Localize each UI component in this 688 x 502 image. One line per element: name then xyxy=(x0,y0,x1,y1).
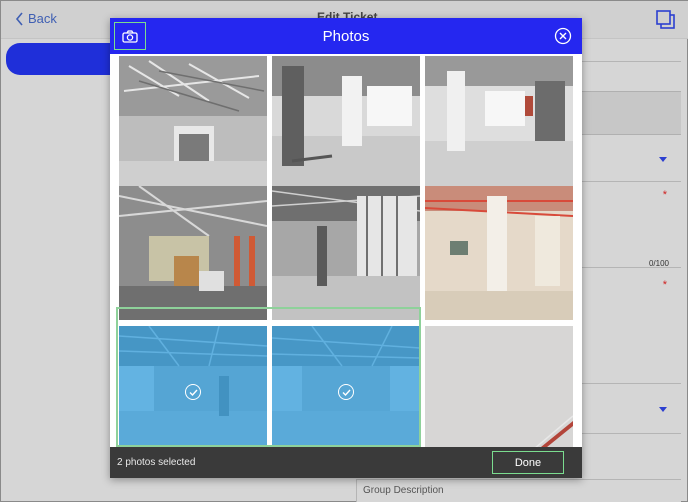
photo-tile[interactable] xyxy=(425,56,573,190)
camera-button[interactable] xyxy=(114,22,146,50)
group-description-field[interactable]: Group Description xyxy=(356,479,681,502)
photo-tile[interactable] xyxy=(272,186,420,320)
camera-icon xyxy=(122,29,138,43)
divider xyxy=(581,383,681,384)
required-marker: * xyxy=(662,279,667,291)
modal-title: Photos xyxy=(322,27,370,45)
photo-tile[interactable] xyxy=(425,186,573,320)
checkmark-icon xyxy=(338,384,354,400)
copy-icon[interactable] xyxy=(655,9,677,36)
modal-header: Photos xyxy=(110,18,582,54)
back-label: Back xyxy=(28,11,57,26)
screen: Back Edit Ticket * 0/100 * Group Descrip… xyxy=(0,0,688,502)
photo-tile[interactable] xyxy=(272,326,420,447)
checkmark-icon xyxy=(185,384,201,400)
modal-footer: 2 photos selected Done xyxy=(110,447,582,478)
dropdown-caret-icon[interactable] xyxy=(659,407,667,412)
close-button[interactable] xyxy=(554,27,572,45)
photo-tile[interactable] xyxy=(119,56,267,190)
dropdown-caret-icon[interactable] xyxy=(659,157,667,162)
close-icon xyxy=(554,27,572,45)
photo-tile[interactable] xyxy=(119,186,267,320)
photo-tile[interactable] xyxy=(119,326,267,447)
divider xyxy=(581,61,681,62)
photo-tile[interactable] xyxy=(272,56,420,190)
section-tab[interactable] xyxy=(6,43,120,75)
photos-modal: Photos 2 photos selected Done xyxy=(110,18,582,478)
required-marker: * xyxy=(662,189,667,201)
form-panel: * 0/100 * xyxy=(581,61,681,501)
divider xyxy=(581,267,681,268)
group-description-label: Group Description xyxy=(363,485,444,496)
photo-tile[interactable] xyxy=(425,326,573,447)
divider xyxy=(581,433,681,434)
done-button[interactable]: Done xyxy=(492,451,564,474)
selected-count: 2 photos selected xyxy=(117,457,196,468)
chevron-left-icon xyxy=(15,11,23,26)
back-button[interactable]: Back xyxy=(15,11,57,26)
form-section-header xyxy=(581,91,681,135)
divider xyxy=(581,181,681,182)
photo-grid xyxy=(119,54,573,447)
